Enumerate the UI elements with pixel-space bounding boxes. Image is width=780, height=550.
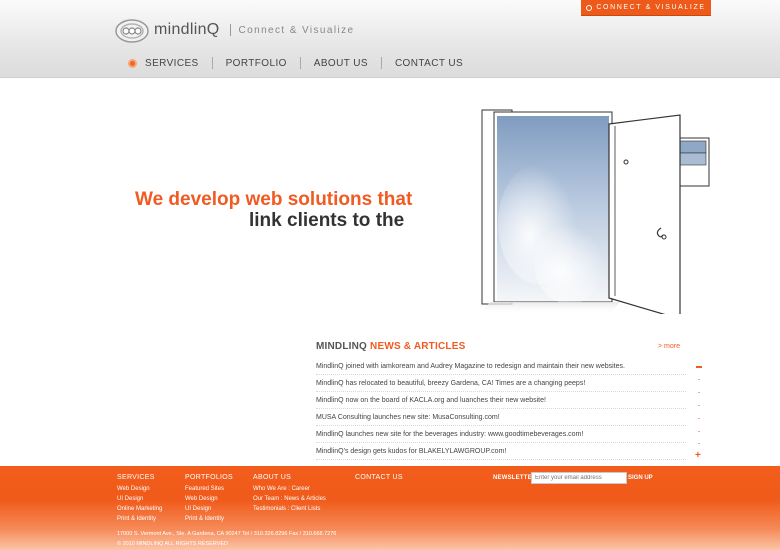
badge-icon bbox=[586, 4, 593, 11]
logo-text: mindlinQ bbox=[154, 21, 220, 38]
open-door-illustration bbox=[470, 104, 710, 320]
news-more-link[interactable]: > more bbox=[658, 343, 680, 350]
news-title-accent: NEWS & ARTICLES bbox=[370, 341, 466, 352]
news-item[interactable]: MindlinQ launches new site for the bever… bbox=[316, 426, 686, 443]
scroll-tick bbox=[698, 392, 700, 393]
footer-col-about: ABOUT US Who We Are : Career Our Team : … bbox=[253, 474, 326, 514]
logo[interactable]: mindlinQ Connect & Visualize bbox=[114, 16, 354, 44]
news-item[interactable]: MUSA Consulting launches new site: MusaC… bbox=[316, 409, 686, 426]
news-scroller[interactable]: + bbox=[694, 362, 704, 462]
footer-link[interactable]: Print & Identity bbox=[117, 514, 162, 524]
scroll-tick bbox=[698, 418, 700, 419]
footer-link[interactable]: UI Design bbox=[117, 494, 162, 504]
news-list: MindlinQ joined with iamkoream and Audre… bbox=[316, 358, 686, 460]
footer-link[interactable]: Our Team : News & Articles bbox=[253, 494, 326, 504]
nav-contact-us[interactable]: CONTACT US bbox=[382, 58, 476, 69]
news-section-title: MINDLINQ NEWS & ARTICLES bbox=[316, 341, 465, 352]
footer-link[interactable]: Online Marketing bbox=[117, 504, 162, 514]
connect-visualize-badge[interactable]: CONNECT & VISUALIZE bbox=[581, 0, 711, 16]
logo-tagline: Connect & Visualize bbox=[238, 24, 355, 36]
logo-mark-icon bbox=[114, 16, 150, 44]
active-nav-indicator-icon bbox=[128, 58, 137, 68]
footer-link[interactable]: Testimonials : Client Lists bbox=[253, 504, 326, 514]
hero-headline-line1: We develop web solutions that bbox=[135, 189, 413, 210]
newsletter-label: NEWSLETTER bbox=[493, 475, 537, 481]
logo-divider bbox=[229, 24, 231, 36]
footer-link[interactable]: Featured Sites bbox=[185, 484, 233, 494]
main-nav: SERVICES PORTFOLIO ABOUT US CONTACT US bbox=[128, 56, 476, 70]
footer-link[interactable]: Who We Are : Career bbox=[253, 484, 326, 494]
expand-plus-icon[interactable]: + bbox=[695, 451, 701, 461]
scroll-tick bbox=[698, 431, 700, 432]
scroll-up-icon[interactable] bbox=[696, 366, 702, 368]
footer-link[interactable]: Web Design bbox=[185, 494, 233, 504]
nav-portfolio[interactable]: PORTFOLIO bbox=[213, 58, 300, 69]
news-item[interactable]: MindlinQ has relocated to beautiful, bre… bbox=[316, 375, 686, 392]
news-item[interactable]: MindlinQ now on the board of KACLA.org a… bbox=[316, 392, 686, 409]
newsletter-signup-button[interactable]: SIGN UP bbox=[628, 475, 653, 481]
footer-heading-portfolios[interactable]: PORTFOLIOS bbox=[185, 474, 233, 481]
footer-col-portfolios: PORTFOLIOS Featured Sites Web Design UI … bbox=[185, 474, 233, 524]
newsletter-email-input[interactable] bbox=[531, 472, 627, 484]
footer-address: 17000 S. Vermont Ave., Ste. A Gardena, C… bbox=[117, 531, 337, 537]
scroll-tick bbox=[698, 443, 700, 444]
footer-heading-services[interactable]: SERVICES bbox=[117, 474, 162, 481]
footer-heading-contact[interactable]: CONTACT US bbox=[355, 474, 403, 481]
nav-services[interactable]: SERVICES bbox=[143, 58, 212, 69]
news-title-prefix: MINDLINQ bbox=[316, 341, 368, 352]
footer-col-contact: CONTACT US bbox=[355, 474, 403, 484]
footer-link[interactable]: Web Design bbox=[117, 484, 162, 494]
footer-link[interactable]: Print & Identity bbox=[185, 514, 233, 524]
news-item[interactable]: MindlinQ's design gets kudos for BLAKELY… bbox=[316, 443, 686, 460]
scroll-tick bbox=[698, 405, 700, 406]
news-item[interactable]: MindlinQ joined with iamkoream and Audre… bbox=[316, 358, 686, 375]
badge-label: CONNECT & VISUALIZE bbox=[596, 4, 706, 11]
scroll-tick bbox=[698, 379, 700, 380]
footer-link[interactable]: UI Design bbox=[185, 504, 233, 514]
hero-headline-line2: link clients to the bbox=[249, 210, 405, 231]
site-header: CONNECT & VISUALIZE mindlinQ Connect & V… bbox=[0, 0, 780, 78]
footer-copyright: © 2010 MINDLINQ ALL RIGHTS RESERVED bbox=[117, 541, 229, 547]
footer-heading-about[interactable]: ABOUT US bbox=[253, 474, 326, 481]
nav-about-us[interactable]: ABOUT US bbox=[301, 58, 381, 69]
footer-col-services: SERVICES Web Design UI Design Online Mar… bbox=[117, 474, 162, 524]
